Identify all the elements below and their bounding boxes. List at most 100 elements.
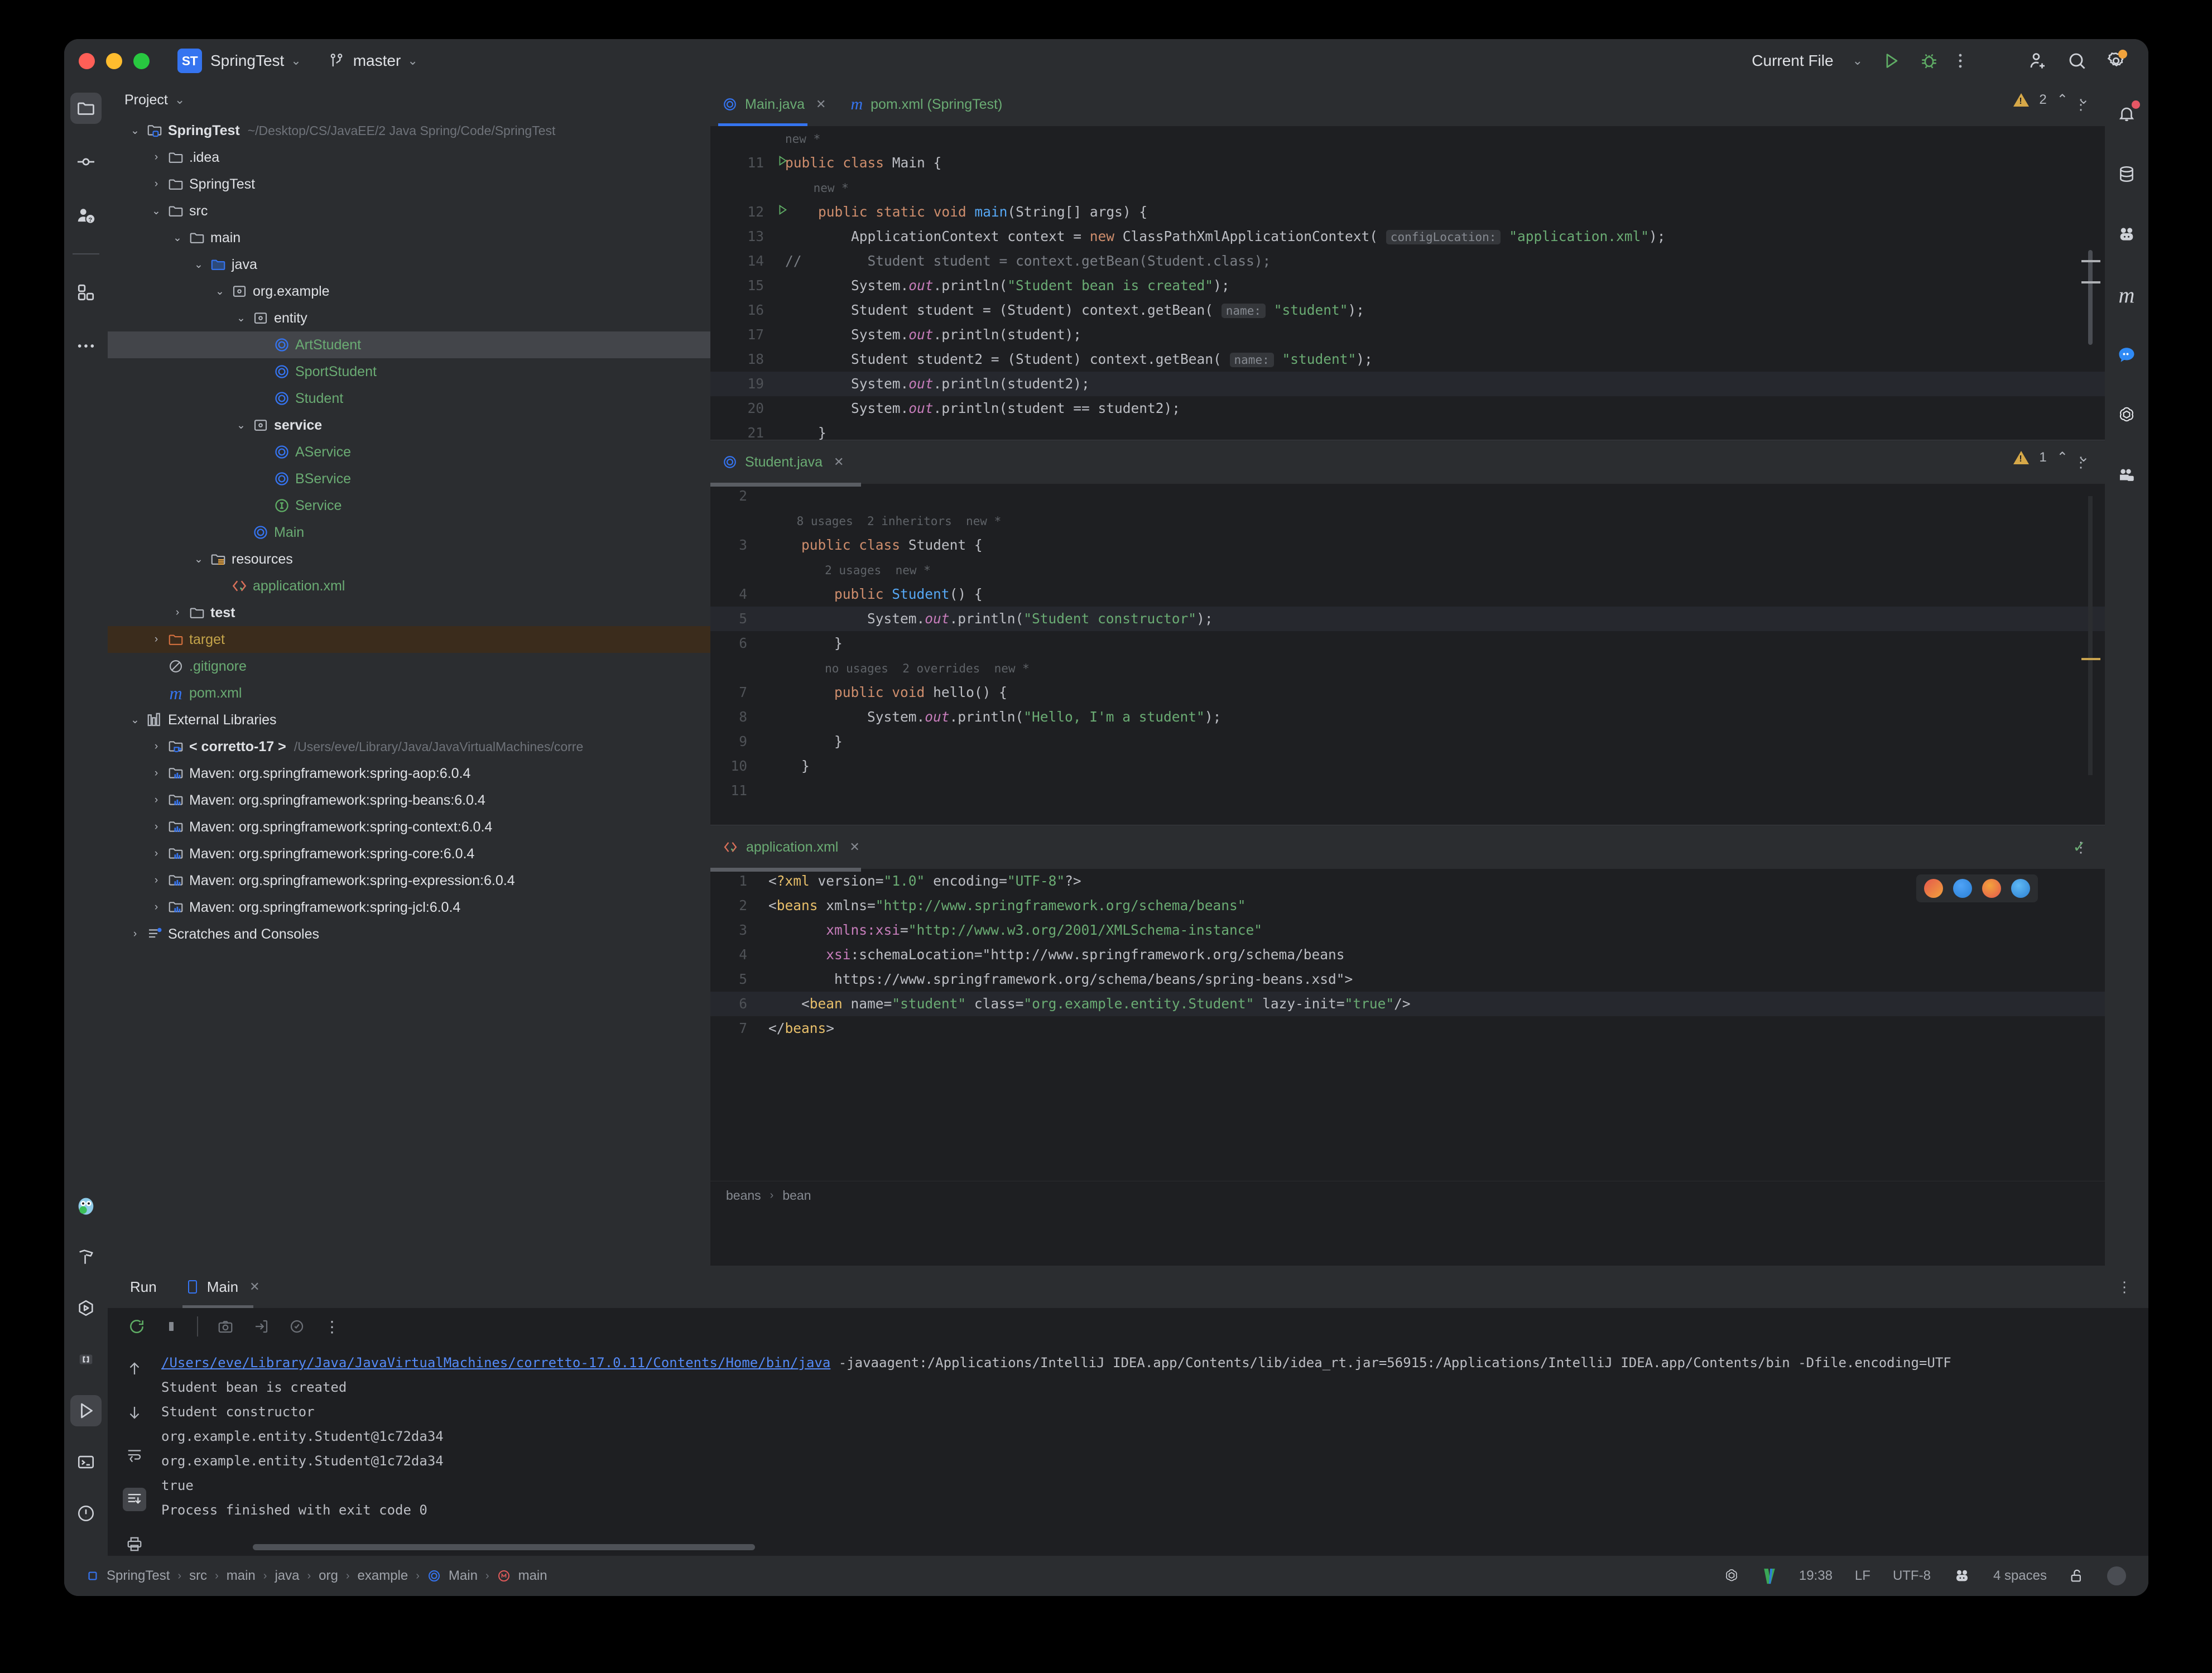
project-name-label[interactable]: SpringTest xyxy=(210,52,284,70)
chevron-down-icon[interactable]: ⌄ xyxy=(190,553,207,566)
tree-item-maven-org-springframework-spring-jcl-6-0-4[interactable]: ›Maven: org.springframework:spring-jcl:6… xyxy=(108,894,710,921)
tree-item-main[interactable]: ⌄main xyxy=(108,224,710,251)
sidebar-item-database[interactable] xyxy=(2111,158,2142,190)
tree-item-sportstudent[interactable]: SportStudent xyxy=(108,358,710,385)
tree-item-maven-org-springframework-spring-core-6-0-4[interactable]: ›Maven: org.springframework:spring-core:… xyxy=(108,840,710,867)
tab-main-java[interactable]: Main.java ✕ xyxy=(710,83,838,126)
close-icon[interactable]: ✕ xyxy=(816,97,826,112)
status-breadcrumb-item[interactable]: Main xyxy=(449,1568,478,1584)
chevron-down-icon[interactable]: ⌄ xyxy=(291,54,301,68)
tree-item-pom-xml[interactable]: mpom.xml xyxy=(108,680,710,706)
code-content[interactable]: <?xml version="1.0" encoding="UTF-8"?><b… xyxy=(768,869,2105,1041)
inspections-widget-student[interactable]: 1 ⌃ ⌄ xyxy=(2013,449,2089,465)
sidebar-item-ai-assistant[interactable] xyxy=(2111,219,2142,250)
tab-application-xml[interactable]: application.xml ✕ xyxy=(710,825,872,869)
editor-vertical-scrollbar-student[interactable] xyxy=(2088,496,2093,775)
breadcrumb-item-beans[interactable]: beans xyxy=(726,1188,761,1203)
status-breadcrumb-item[interactable]: main xyxy=(518,1568,547,1584)
status-breadcrumb[interactable]: SpringTest›src›main›java›org›example›Mai… xyxy=(86,1568,547,1584)
camera-icon[interactable] xyxy=(217,1318,234,1335)
breadcrumb-item-bean[interactable]: bean xyxy=(782,1188,811,1203)
sidebar-item-pull-requests[interactable]: ? xyxy=(70,200,102,231)
no-problems-checkmark-icon[interactable]: ✓ xyxy=(2073,838,2086,856)
chevron-right-icon[interactable]: › xyxy=(127,928,143,940)
project-panel-chevron-icon[interactable]: ⌄ xyxy=(175,93,185,107)
minimize-window-button[interactable] xyxy=(106,53,122,69)
chevron-right-icon[interactable]: › xyxy=(148,874,165,887)
status-breadcrumb-item[interactable]: SpringTest xyxy=(107,1568,170,1584)
tree-item-java[interactable]: ⌄java xyxy=(108,251,710,278)
sidebar-item-notifications[interactable] xyxy=(2111,98,2142,129)
stop-icon[interactable] xyxy=(165,1319,178,1334)
chevron-right-icon[interactable]: › xyxy=(148,794,165,806)
add-collaborator-icon[interactable] xyxy=(2028,51,2048,71)
chevron-right-icon[interactable]: › xyxy=(148,633,165,646)
sidebar-item-openai[interactable] xyxy=(2111,400,2142,431)
chevron-down-icon[interactable]: ⌄ xyxy=(211,285,228,298)
tree-item-maven-org-springframework-spring-expression-6-0-4[interactable]: ›Maven: org.springframework:spring-expre… xyxy=(108,867,710,894)
status-breadcrumb-item[interactable]: java xyxy=(275,1568,299,1584)
console-horizontal-scrollbar[interactable] xyxy=(253,1544,755,1550)
console-link[interactable]: /Users/eve/Library/Java/JavaVirtualMachi… xyxy=(161,1355,830,1371)
run-button[interactable] xyxy=(1882,51,1901,70)
chevron-right-icon[interactable]: › xyxy=(169,607,186,619)
sidebar-item-commit[interactable] xyxy=(70,146,102,177)
sidebar-item-build[interactable] xyxy=(70,1241,102,1272)
prev-problem-icon[interactable]: ⌃ xyxy=(2057,92,2068,108)
status-breadcrumb-item[interactable]: org xyxy=(319,1568,338,1584)
prev-problem-icon[interactable]: ⌃ xyxy=(2057,449,2068,465)
sidebar-item-project[interactable] xyxy=(70,93,102,124)
chevron-down-icon[interactable]: ⌄ xyxy=(190,258,207,271)
scroll-to-end-icon[interactable] xyxy=(123,1488,146,1511)
search-icon[interactable] xyxy=(2067,51,2087,71)
close-icon[interactable]: ✕ xyxy=(249,1280,259,1294)
status-breadcrumb-item[interactable]: main xyxy=(227,1568,256,1584)
run-config-chevron-icon[interactable]: ⌄ xyxy=(1853,54,1863,68)
tree-item-maven-org-springframework-spring-context-6-0-4[interactable]: ›Maven: org.springframework:spring-conte… xyxy=(108,814,710,840)
tree-item-idea[interactable]: ›.idea xyxy=(108,144,710,171)
export-icon[interactable] xyxy=(253,1318,270,1335)
tree-item-service[interactable]: Service xyxy=(108,492,710,519)
spring-config-icon[interactable] xyxy=(1924,879,1943,898)
chevron-right-icon[interactable]: › xyxy=(148,848,165,860)
code-editor-student[interactable]: 234567891011 8 usages 2 inheritors new *… xyxy=(710,484,2105,825)
unlock-icon[interactable] xyxy=(2069,1568,2085,1584)
sidebar-item-plugins[interactable] xyxy=(70,277,102,308)
sidebar-item-maven[interactable]: m xyxy=(2111,279,2142,310)
encoding-label[interactable]: UTF-8 xyxy=(1893,1568,1931,1584)
next-problem-icon[interactable]: ⌄ xyxy=(2078,449,2089,465)
status-breadcrumb-item[interactable]: example xyxy=(358,1568,408,1584)
tree-item-maven-org-springframework-spring-beans-6-0-4[interactable]: ›Maven: org.springframework:spring-beans… xyxy=(108,787,710,814)
tree-item-gitignore[interactable]: .gitignore xyxy=(108,653,710,680)
soft-wrap-icon[interactable] xyxy=(126,1446,143,1463)
window-controls[interactable] xyxy=(79,53,150,69)
openai-status-icon[interactable] xyxy=(1723,1568,1740,1584)
tree-item-main[interactable]: Main xyxy=(108,519,710,546)
chevron-right-icon[interactable]: › xyxy=(148,741,165,753)
tree-item-application-xml[interactable]: application.xml xyxy=(108,573,710,599)
tab-pom-xml[interactable]: m pom.xml (SpringTest) xyxy=(838,83,1014,126)
sidebar-item-services[interactable] xyxy=(70,1292,102,1324)
chevron-down-icon[interactable]: ⌄ xyxy=(169,232,186,244)
sidebar-item-problems[interactable] xyxy=(70,1498,102,1529)
close-icon[interactable]: ✕ xyxy=(834,455,844,469)
browser-firefox-icon[interactable] xyxy=(1982,879,2001,898)
rerun-icon[interactable] xyxy=(128,1318,146,1335)
xml-schema-action-icons[interactable] xyxy=(1916,874,2038,902)
chevron-down-icon[interactable]: ⌄ xyxy=(127,714,143,727)
chevron-right-icon[interactable]: › xyxy=(148,151,165,164)
arrow-up-icon[interactable] xyxy=(126,1359,143,1378)
chevron-right-icon[interactable]: › xyxy=(148,767,165,780)
next-problem-icon[interactable]: ⌄ xyxy=(2078,92,2089,108)
tree-item-aservice[interactable]: AService xyxy=(108,439,710,465)
tree-item-service[interactable]: ⌄service xyxy=(108,412,710,439)
code-content[interactable]: 8 usages 2 inheritors new * public class… xyxy=(768,484,2105,803)
tree-item-external-libraries[interactable]: ⌄External Libraries xyxy=(108,706,710,733)
run-tab-main[interactable]: Main ✕ xyxy=(182,1266,263,1308)
tree-item-springtest[interactable]: ⌄SpringTest~/Desktop/CS/JavaEE/2 Java Sp… xyxy=(108,117,710,144)
sidebar-item-code-with-me[interactable] xyxy=(2111,460,2142,491)
time-label[interactable]: 19:38 xyxy=(1799,1568,1833,1584)
tree-item-springtest[interactable]: ›SpringTest xyxy=(108,171,710,198)
tree-item-entity[interactable]: ⌄entity xyxy=(108,305,710,331)
settings-gear-icon[interactable] xyxy=(2106,51,2126,71)
